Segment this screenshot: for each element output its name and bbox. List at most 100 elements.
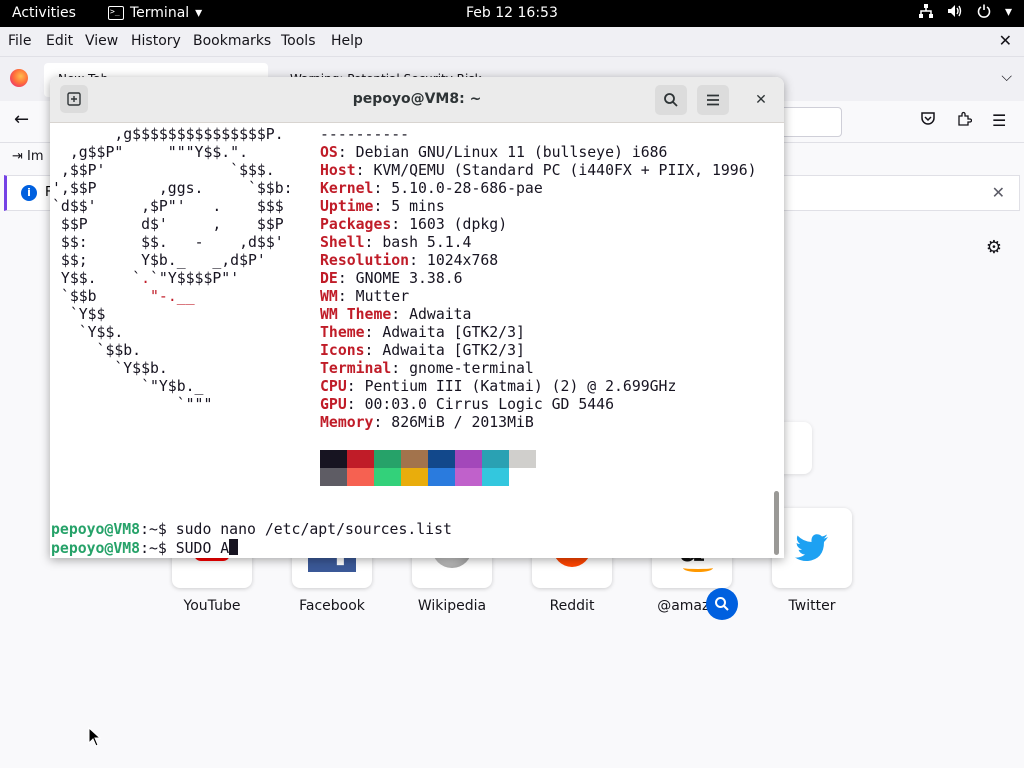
info-icon: i [21, 185, 37, 201]
info-row: Theme: Adwaita [GTK2/3] [320, 324, 757, 342]
close-icon[interactable]: ✕ [999, 31, 1012, 50]
info-key: WM Theme [320, 306, 392, 323]
info-row: Resolution: 1024x768 [320, 252, 757, 270]
caret-down-icon: ▾ [195, 5, 203, 21]
top-site-twitter[interactable]: Twitter [772, 508, 852, 614]
debian-ascii-logo: ,g$$$$$$$$$$$$$$$P. ,g$$P" """Y$$.". ,$$… [52, 126, 293, 414]
terminal-output[interactable]: ,g$$$$$$$$$$$$$$$P. ,g$$P" """Y$$.". ,$$… [50, 123, 784, 558]
ascii-line: ,g$$P" """Y$$.". [52, 144, 248, 161]
import-icon: ⇥ [12, 149, 23, 164]
color-swatch [347, 468, 374, 486]
ascii-line: `$$b "-.__ [52, 288, 195, 305]
close-icon: ✕ [755, 92, 767, 108]
command-input[interactable]: SUDO A [176, 540, 229, 557]
firefox-icon[interactable] [10, 69, 28, 87]
search-icon [715, 597, 729, 611]
menu-history[interactable]: History [131, 33, 181, 49]
extensions-icon[interactable] [956, 111, 973, 131]
color-swatch [347, 450, 374, 468]
list-all-tabs-icon[interactable]: ⌵ [1001, 69, 1012, 85]
terminal-header-bar[interactable]: pepoyo@VM8: ~ ✕ [50, 77, 784, 123]
menu-tools[interactable]: Tools [281, 33, 316, 49]
gear-icon[interactable]: ⚙ [986, 237, 1002, 258]
import-bookmarks-button[interactable]: ⇥ Im [12, 149, 44, 164]
top-site-label: Twitter [788, 598, 836, 614]
menu-file[interactable]: File [8, 33, 31, 49]
close-button[interactable]: ✕ [750, 89, 772, 111]
info-key: Theme [320, 324, 365, 341]
power-icon [977, 4, 991, 22]
color-swatch [320, 450, 347, 468]
info-colon: : [355, 162, 374, 179]
info-value: Mutter [355, 288, 410, 305]
menu-bar: File Edit View History Bookmarks Tools H… [0, 27, 1024, 57]
info-colon: : [391, 216, 410, 233]
info-value: Adwaita [GTK2/3] [382, 342, 525, 359]
activities-button[interactable]: Activities [12, 5, 76, 21]
color-swatch [374, 468, 401, 486]
prompt-user: pepoyo@VM8 [51, 540, 141, 557]
app-menu[interactable]: >_ Terminal ▾ [108, 5, 202, 21]
info-key: Packages [320, 216, 392, 233]
info-colon: : [364, 234, 383, 251]
prompt-user: pepoyo@VM8 [51, 521, 141, 538]
top-site-label: Wikipedia [417, 598, 487, 614]
color-swatch [455, 468, 482, 486]
info-row: Terminal: gnome-terminal [320, 360, 757, 378]
info-key: GPU [320, 396, 347, 413]
info-colon: : [337, 288, 356, 305]
info-key: Host [320, 162, 356, 179]
terminal-window[interactable]: pepoyo@VM8: ~ ✕ ,g$$$$$$$$$$$$$$$P. ,g$$… [50, 77, 784, 558]
info-colon: : [373, 414, 392, 431]
hamburger-menu-icon[interactable]: ☰ [992, 111, 1006, 130]
menu-edit[interactable]: Edit [46, 33, 73, 49]
color-swatch [482, 450, 509, 468]
menu-button[interactable] [697, 85, 729, 115]
scrollbar[interactable] [774, 491, 779, 555]
info-row: Memory: 826MiB / 2013MiB [320, 414, 757, 432]
info-colon: : [373, 198, 392, 215]
info-key: Icons [320, 342, 365, 359]
info-colon: : [391, 360, 410, 377]
import-bookmarks-label: Im [27, 149, 44, 164]
info-colon: : [373, 180, 392, 197]
info-key: Uptime [320, 198, 374, 215]
info-value: Adwaita [409, 306, 472, 323]
color-swatch [374, 450, 401, 468]
color-swatch [482, 468, 509, 486]
search-icon [664, 93, 678, 107]
info-value: 1024x768 [426, 252, 499, 269]
back-arrow-icon[interactable]: ← [14, 109, 29, 130]
prompt-suffix: :~$ [140, 521, 176, 538]
color-swatch [428, 468, 455, 486]
info-key: DE [320, 270, 338, 287]
info-row: OS: Debian GNU/Linux 11 (bullseye) i686 [320, 144, 757, 162]
info-colon: : [337, 144, 356, 161]
menu-help[interactable]: Help [331, 33, 363, 49]
info-colon: : [409, 252, 427, 269]
info-value: 00:03.0 Cirrus Logic GD 5446 [364, 396, 614, 413]
info-row: Kernel: 5.10.0-28-686-pae [320, 180, 757, 198]
ascii-line: `Y$$. [52, 324, 124, 341]
info-colon: : [364, 324, 383, 341]
color-swatch [455, 450, 482, 468]
menu-view[interactable]: View [85, 33, 118, 49]
system-tray[interactable]: ▾ [918, 4, 1012, 22]
ascii-line: `$$b. [52, 342, 142, 359]
prompt-line: pepoyo@VM8:~$ sudo nano /etc/apt/sources… [51, 521, 452, 539]
clock[interactable]: Feb 12 16:53 [466, 5, 558, 21]
gnome-top-bar: Activities >_ Terminal ▾ Feb 12 16:53 ▾ [0, 0, 1024, 27]
search-button[interactable] [655, 85, 687, 115]
info-row: Uptime: 5 mins [320, 198, 757, 216]
info-colon: : [364, 342, 383, 359]
info-colon: : [346, 378, 365, 395]
info-colon: : [337, 270, 356, 287]
app-menu-label: Terminal [130, 5, 190, 21]
menu-bookmarks[interactable]: Bookmarks [193, 33, 271, 49]
close-icon[interactable]: ✕ [992, 183, 1005, 202]
color-swatch [401, 468, 428, 486]
ascii-line: `Y$$b. [52, 360, 168, 377]
text-cursor [229, 539, 239, 555]
pocket-icon[interactable] [920, 111, 936, 131]
search-shortcut-badge[interactable] [706, 588, 738, 620]
